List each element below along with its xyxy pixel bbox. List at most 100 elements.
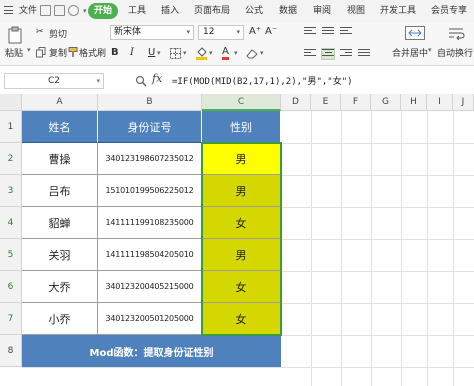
merge-options-icon[interactable]: ▾ [428,46,432,54]
paste-options-icon[interactable]: ▾ [27,46,31,54]
header-gender-cell[interactable]: 性别 [202,111,281,143]
id-cell[interactable]: 141111198504205010 [98,239,202,271]
name-cell[interactable]: 小乔 [22,303,98,335]
align-top-icon[interactable] [304,27,316,37]
fill-options-icon[interactable]: ▾ [209,46,213,60]
tab-tools[interactable]: 工具 [128,4,146,18]
scissors-icon[interactable]: ✂ [36,27,44,37]
name-box[interactable]: C2 ▾ [4,73,104,89]
row-header-5[interactable]: 5 [0,239,22,271]
underline-button[interactable]: U [148,46,155,60]
id-cell[interactable]: 151010199506225012 [98,175,202,207]
row-header-8[interactable]: 8 [0,335,22,367]
copy-button[interactable]: 复制 [49,46,67,59]
chevron-down-icon: ▾ [186,28,190,36]
align-center-icon[interactable] [321,48,335,60]
tab-home[interactable]: 开始 [88,3,119,19]
name-cell[interactable]: 大乔 [22,271,98,303]
auto-wrap-button[interactable]: 自动换行 [437,46,473,59]
column-header-g[interactable]: G [371,94,401,111]
paste-icon[interactable] [7,26,23,44]
align-middle-icon[interactable] [322,27,334,37]
gender-cell[interactable]: 男 [202,175,281,207]
row-header-6[interactable]: 6 [0,271,22,303]
merge-center-button[interactable]: 合并居中 [392,46,428,59]
column-header-f[interactable]: F [341,94,371,111]
id-cell[interactable]: 340123200405215000 [98,271,202,303]
name-cell[interactable]: 曹操 [22,143,98,175]
column-header-d[interactable]: D [281,94,311,111]
gender-cell[interactable]: 女 [202,271,281,303]
tab-member[interactable]: 会员专享 [431,4,467,18]
row-header-4[interactable]: 4 [0,207,22,239]
eraser-icon[interactable] [246,48,258,59]
format-painter-icon[interactable] [68,47,78,58]
shrink-font-button[interactable]: A⁻ [265,26,277,37]
tab-developer[interactable]: 开发工具 [380,4,416,18]
id-cell[interactable]: 340123200501205000 [98,303,202,335]
italic-button[interactable]: I [130,46,134,60]
id-cell[interactable]: 141111199108235000 [98,207,202,239]
menu-icon[interactable] [4,6,13,15]
tab-review[interactable]: 审阅 [313,4,331,18]
tab-view[interactable]: 视图 [347,4,365,18]
column-header-b[interactable]: B [98,94,202,111]
format-painter-button[interactable]: 格式刷 [79,46,106,59]
merge-center-icon[interactable] [405,26,425,40]
column-header-c[interactable]: C [202,94,281,111]
name-cell[interactable]: 关羽 [22,239,98,271]
tab-data[interactable]: 数据 [279,4,297,18]
font-color-button[interactable]: A [222,46,229,60]
menu-file[interactable]: 文件 [19,4,37,18]
column-header-e[interactable]: E [311,94,341,111]
column-header-j[interactable]: J [453,94,474,111]
undo-icon[interactable] [68,5,79,16]
name-cell[interactable]: 吕布 [22,175,98,207]
align-left-icon[interactable] [304,49,316,59]
underline-options-icon[interactable]: ▾ [157,46,161,60]
border-icon[interactable] [170,48,181,59]
tab-formulas[interactable]: 公式 [245,4,263,18]
name-cell[interactable]: 貂蝉 [22,207,98,239]
tab-insert[interactable]: 插入 [161,4,179,18]
align-bottom-icon[interactable] [340,27,352,37]
menu-bar: 文件 ▾ 开始 工具 插入 页面布局 公式 数据 审阅 视图 开发工具 会员专享 [0,0,474,22]
header-name-cell[interactable]: 姓名 [22,111,98,143]
cut-button[interactable]: 剪切 [49,27,67,40]
footer-merged-cell[interactable]: Mod函数：提取身份证性别 [22,335,281,367]
clear-options-icon[interactable]: ▾ [260,46,264,60]
row-header-7[interactable]: 7 [0,303,22,335]
row-header-1[interactable]: 1 [0,111,22,143]
grow-font-button[interactable]: A⁺ [249,26,261,37]
copy-icon[interactable] [36,47,46,58]
border-options-icon[interactable]: ▾ [183,46,187,60]
print-icon[interactable] [54,5,65,16]
wrap-text-icon[interactable] [448,26,466,40]
bold-button[interactable]: B [111,46,119,60]
fx-icon[interactable]: fx [152,72,162,85]
tab-page-layout[interactable]: 页面布局 [194,4,230,18]
row-header-3[interactable]: 3 [0,175,22,207]
formula-input[interactable]: =IF(MOD(MID(B2,17,1),2),"男","女") [172,74,353,87]
gender-cell[interactable]: 女 [202,207,281,239]
header-id-cell[interactable]: 身份证号 [98,111,202,143]
gender-cell[interactable]: 男 [202,239,281,271]
column-header-i[interactable]: I [427,94,453,111]
select-all-corner[interactable] [0,94,22,111]
font-color-options-icon[interactable]: ▾ [234,46,238,60]
font-size-select[interactable]: 12 ▾ [198,25,244,40]
row-header-2[interactable]: 2 [0,143,22,175]
id-cell[interactable]: 340123198607235012 [98,143,202,175]
align-right-icon[interactable] [340,49,352,59]
gender-cell[interactable]: 女 [202,303,281,335]
bucket-icon[interactable] [196,47,207,60]
paste-button[interactable]: 粘贴 [5,46,23,59]
justify-icon[interactable] [358,49,370,59]
font-family-select[interactable]: 新宋体 ▾ [110,25,194,40]
column-header-a[interactable]: A [22,94,98,111]
gender-cell-active[interactable]: 男 [202,143,281,175]
zoom-icon[interactable] [135,75,147,87]
save-icon[interactable] [40,5,51,16]
column-header-h[interactable]: H [401,94,427,111]
quick-access-more-icon[interactable]: ▾ [83,4,87,18]
